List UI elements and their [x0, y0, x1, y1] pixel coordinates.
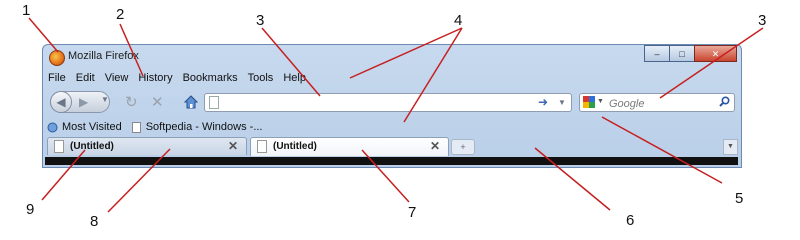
callout-7: 7 [408, 204, 417, 221]
search-engine-dropdown-icon[interactable]: ▼ [597, 98, 604, 105]
bookmark-most-visited[interactable]: Most Visited [47, 121, 122, 133]
search-bar[interactable]: ▼ [579, 93, 735, 112]
close-tab-icon[interactable]: ✕ [430, 139, 440, 153]
callout-8: 8 [90, 213, 99, 230]
content-area[interactable] [45, 157, 738, 165]
back-arrow-icon: ◀ [56, 95, 66, 109]
site-identity-page-icon[interactable] [209, 96, 219, 109]
stop-icon[interactable]: ✕ [151, 93, 164, 111]
menu-file[interactable]: File [47, 72, 67, 88]
url-input[interactable] [223, 95, 527, 112]
menu-tools[interactable]: Tools [247, 72, 275, 88]
back-forward-group: ◀ ▶ ▼ [50, 91, 110, 113]
back-button[interactable]: ◀ [50, 91, 72, 113]
callout-3-right: 3 [758, 12, 767, 29]
tab-untitled-2[interactable]: (Untitled) ✕ [250, 137, 449, 156]
callout-4: 4 [454, 12, 463, 29]
firefox-logo-icon[interactable] [49, 50, 65, 66]
tab-list-dropdown-icon[interactable]: ▼ [723, 139, 738, 155]
tab-untitled-1[interactable]: (Untitled) ✕ [47, 137, 247, 155]
bookmark-softpedia[interactable]: Softpedia - Windows -... [131, 121, 263, 133]
navigation-toolbar: ◀ ▶ ▼ ↻ ✕ ➜ ▼ ▼ [47, 91, 737, 115]
firefox-window: Mozilla Firefox – □ ✕ File Edit View His… [42, 44, 742, 168]
new-tab-button[interactable]: + [451, 139, 475, 155]
history-dropdown-icon[interactable]: ▼ [101, 95, 109, 104]
bookmark-label: Softpedia - Windows -... [145, 121, 263, 133]
go-arrow-icon[interactable]: ➜ [538, 95, 548, 109]
callout-5: 5 [735, 190, 744, 207]
title-bar[interactable]: Mozilla Firefox – □ ✕ [43, 45, 741, 71]
tab-label: (Untitled) [273, 141, 317, 152]
callout-3-left: 3 [256, 12, 265, 29]
menu-edit[interactable]: Edit [75, 72, 96, 88]
search-input[interactable] [607, 95, 721, 112]
reload-icon[interactable]: ↻ [125, 93, 138, 111]
menu-bookmarks[interactable]: Bookmarks [182, 72, 239, 88]
forward-button[interactable]: ▶ [79, 95, 88, 109]
menu-help[interactable]: Help [282, 72, 307, 88]
menu-history[interactable]: History [137, 72, 173, 88]
search-icon[interactable] [719, 96, 730, 107]
page-icon [257, 140, 267, 153]
bookmarks-toolbar: Most Visited Softpedia - Windows -... [47, 119, 272, 135]
bookmark-star-icon [47, 122, 58, 132]
callout-6: 6 [626, 212, 635, 229]
tab-strip: (Untitled) ✕ (Untitled) ✕ + ▼ [45, 137, 738, 157]
maximize-button[interactable]: □ [669, 45, 695, 62]
location-bar[interactable]: ➜ ▼ [204, 93, 572, 112]
page-icon [131, 121, 141, 133]
home-icon[interactable] [183, 94, 199, 110]
callout-1: 1 [22, 2, 31, 19]
window-title: Mozilla Firefox [68, 50, 139, 62]
page-icon [54, 140, 64, 153]
minimize-button[interactable]: – [644, 45, 670, 62]
close-tab-icon[interactable]: ✕ [228, 139, 238, 153]
bookmark-label: Most Visited [62, 121, 122, 133]
url-dropdown-icon[interactable]: ▼ [558, 98, 566, 107]
callout-9: 9 [26, 201, 35, 218]
menu-view[interactable]: View [104, 72, 130, 88]
callout-2: 2 [116, 6, 125, 23]
google-icon[interactable] [583, 96, 595, 108]
close-button[interactable]: ✕ [694, 45, 737, 62]
tab-label: (Untitled) [70, 141, 114, 152]
menu-bar: File Edit View History Bookmarks Tools H… [47, 72, 307, 88]
caption-buttons: – □ ✕ [644, 45, 737, 62]
